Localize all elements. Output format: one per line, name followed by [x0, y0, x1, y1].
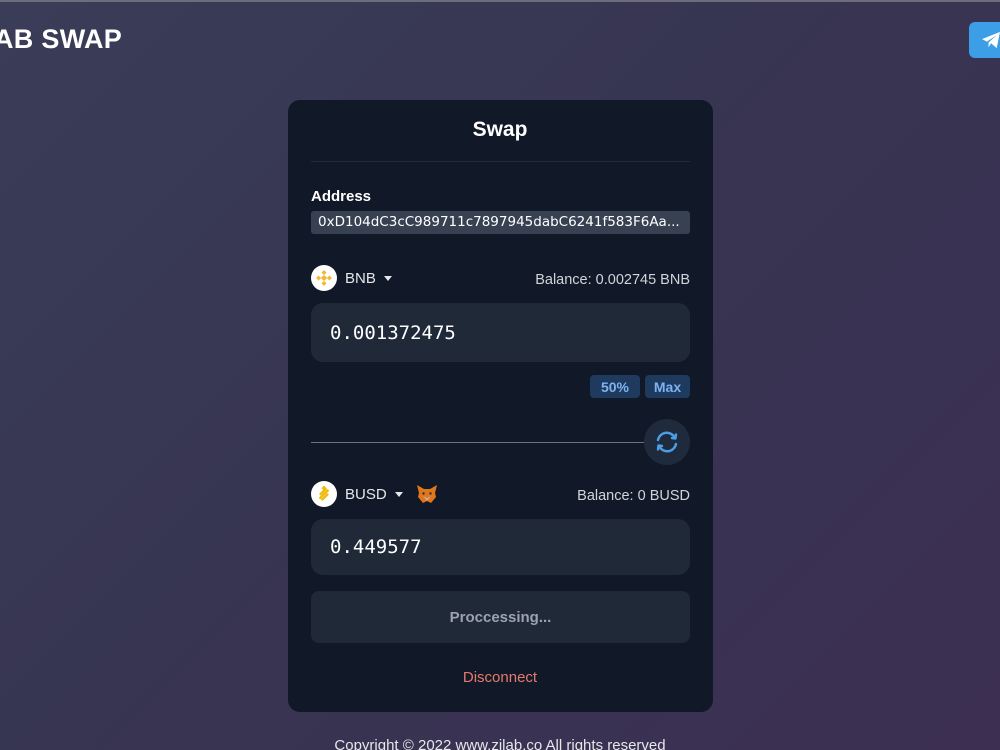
busd-icon: [311, 481, 337, 507]
processing-button[interactable]: Proccessing...: [311, 591, 690, 643]
to-token-name: BUSD: [345, 485, 387, 503]
telegram-icon: [982, 31, 1000, 49]
swap-title: Swap: [472, 118, 528, 141]
metamask-fox-icon[interactable]: [416, 484, 438, 504]
from-token-selector[interactable]: BNB: [311, 265, 392, 291]
to-token-selector[interactable]: BUSD: [311, 481, 403, 507]
from-amount-input[interactable]: [311, 303, 690, 362]
brand-logo-text: AB SWAP: [0, 24, 123, 54]
title-divider: [311, 161, 690, 162]
from-balance: Balance: 0.002745 BNB: [535, 272, 690, 288]
from-token-name: BNB: [345, 269, 376, 287]
swap-refresh-icon: [656, 431, 678, 453]
bnb-icon: [311, 265, 337, 291]
chevron-down-icon: [383, 275, 392, 281]
chevron-down-icon: [394, 491, 403, 497]
to-balance: Balance: 0 BUSD: [577, 488, 690, 504]
fifty-percent-button[interactable]: 50%: [590, 375, 640, 398]
swap-divider: [311, 442, 651, 443]
to-amount-input[interactable]: [311, 519, 690, 575]
footer-copyright: Copyright © 2022 www.zilab.co All rights…: [334, 737, 666, 750]
disconnect-link[interactable]: Disconnect: [0, 669, 1000, 686]
telegram-button[interactable]: [969, 22, 1000, 58]
swap-direction-button[interactable]: [644, 419, 690, 465]
wallet-address-field[interactable]: 0xD104dC3cC989711c7897945dabC6241f583F6A…: [311, 211, 690, 234]
window-top-border: [0, 0, 1000, 2]
max-button[interactable]: Max: [645, 375, 690, 398]
address-label: Address: [311, 188, 372, 205]
